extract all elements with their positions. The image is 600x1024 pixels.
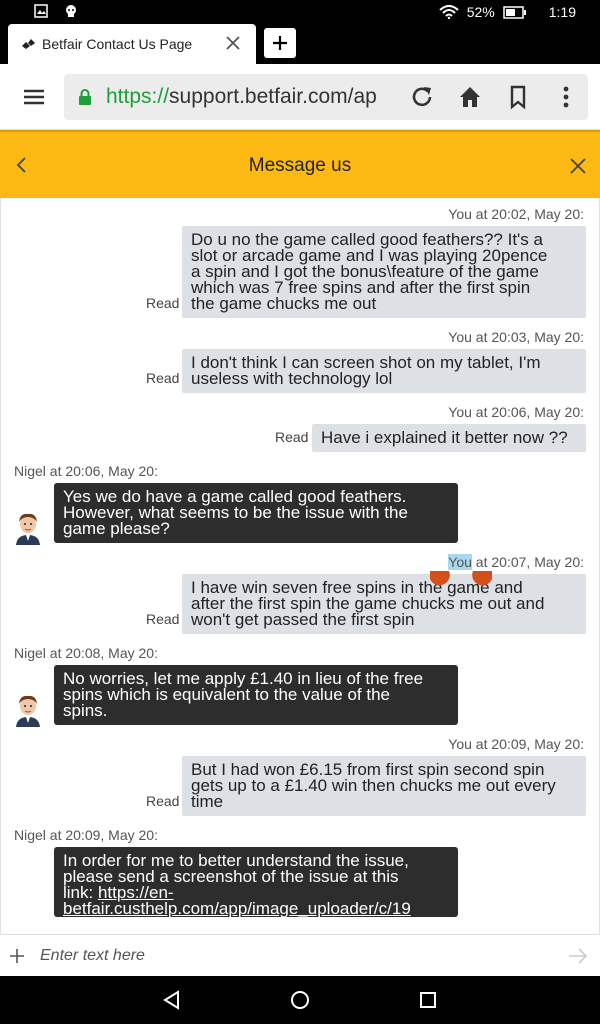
image-notification-icon xyxy=(34,4,48,18)
agent-message-bubble: Yes we do have a game called good feathe… xyxy=(54,483,458,543)
close-chat-icon[interactable] xyxy=(568,156,588,176)
message-meta: You at 20:09, May 20: xyxy=(448,736,584,752)
battery-icon xyxy=(503,5,526,19)
selected-text: You xyxy=(448,554,472,570)
message-meta: You at 20:07, May 20: xyxy=(448,554,584,570)
bookmark-icon[interactable] xyxy=(505,84,531,110)
lock-icon xyxy=(79,89,91,105)
nav-recents-icon[interactable] xyxy=(418,990,438,1010)
send-arrow-icon[interactable] xyxy=(568,947,588,965)
battery-percent: 52% xyxy=(466,4,495,20)
message-line: gets up to a £1.40 win then chucks me ou… xyxy=(191,776,556,795)
message-meta: You at 20:03, May 20: xyxy=(448,329,584,345)
betfair-favicon-icon xyxy=(22,39,35,49)
browser-toolbar: https://support.betfair.com/ap xyxy=(0,64,600,130)
app-notification-icon xyxy=(66,5,76,17)
message-meta-rest: at 20:07, May 20: xyxy=(471,554,584,570)
message-line: won't get passed the first spin xyxy=(191,610,415,629)
agent-message-bubble: No worries, let me apply £1.40 in lieu o… xyxy=(54,665,458,725)
user-message-bubble: But I had won £6.15 from first spin seco… xyxy=(182,756,586,816)
message-line: useless with technology lol xyxy=(191,369,393,388)
message-line: spins. xyxy=(63,701,108,720)
read-receipt: Read xyxy=(275,429,309,445)
user-message-bubble: Have i explained it better now ?? xyxy=(312,424,586,452)
chat-header: Message us xyxy=(0,130,600,198)
user-message-bubble: Do u no the game called good feathers?? … xyxy=(182,226,586,318)
user-message-bubble: I don't think I can screen shot on my ta… xyxy=(182,349,586,393)
agent-avatar xyxy=(16,695,40,727)
message-meta: Nigel at 20:08, May 20: xyxy=(14,645,158,661)
message-meta: Nigel at 20:06, May 20: xyxy=(14,463,158,479)
chat-title: Message us xyxy=(248,155,352,176)
message-line: game please? xyxy=(63,519,170,538)
image-uploader-link-cont[interactable]: betfair.custhelp.com/app/image_uploader/… xyxy=(63,899,411,917)
browser-tab[interactable]: Betfair Contact Us Page xyxy=(8,24,256,64)
reload-icon[interactable] xyxy=(409,84,435,110)
overflow-menu-icon[interactable] xyxy=(553,84,579,110)
wifi-icon xyxy=(439,5,459,19)
plus-icon xyxy=(273,36,287,50)
message-meta: You at 20:02, May 20: xyxy=(448,206,584,222)
message-line: time xyxy=(191,792,224,811)
url-scheme: https:// xyxy=(106,85,170,108)
nav-back-icon[interactable] xyxy=(162,990,182,1010)
read-receipt: Read xyxy=(146,370,180,386)
hamburger-menu-icon[interactable] xyxy=(22,86,46,108)
new-tab-button[interactable] xyxy=(264,28,296,58)
agent-avatar xyxy=(16,513,40,545)
read-receipt: Read xyxy=(146,295,180,311)
read-receipt: Read xyxy=(146,793,180,809)
system-navigation-bar xyxy=(0,976,600,1024)
address-bar[interactable]: https://support.betfair.com/ap xyxy=(64,74,588,120)
chat-input-bar xyxy=(0,934,600,976)
message-line: Have i explained it better now ?? xyxy=(321,428,568,447)
home-icon[interactable] xyxy=(457,84,483,110)
message-line: the game chucks me out xyxy=(191,294,377,313)
tab-title: Betfair Contact Us Page xyxy=(42,36,193,52)
url-host: support.betfair.com/ap xyxy=(169,85,377,108)
tab-strip: Betfair Contact Us Page xyxy=(0,24,600,64)
text-selection-handles[interactable] xyxy=(429,571,493,591)
read-receipt: Read xyxy=(146,611,180,627)
chat-transcript[interactable]: You at 20:02, May 20: Read Do u no the g… xyxy=(0,198,600,934)
clock: 1:19 xyxy=(548,4,576,20)
message-meta: Nigel at 20:09, May 20: xyxy=(14,827,158,843)
agent-message-bubble: In order for me to better understand the… xyxy=(54,847,458,917)
nav-home-icon[interactable] xyxy=(290,990,310,1010)
attach-plus-icon[interactable] xyxy=(9,948,25,964)
message-input[interactable] xyxy=(40,943,540,969)
status-bar: 52% 1:19 xyxy=(0,0,600,24)
url-text[interactable]: https://support.betfair.com/ap xyxy=(106,85,398,111)
message-meta: You at 20:06, May 20: xyxy=(448,404,584,420)
message-line: spins which is equivalent to the value o… xyxy=(63,685,390,704)
close-tab-icon[interactable] xyxy=(224,34,242,52)
user-message-bubble: I have win seven free spins in the game … xyxy=(182,574,586,634)
